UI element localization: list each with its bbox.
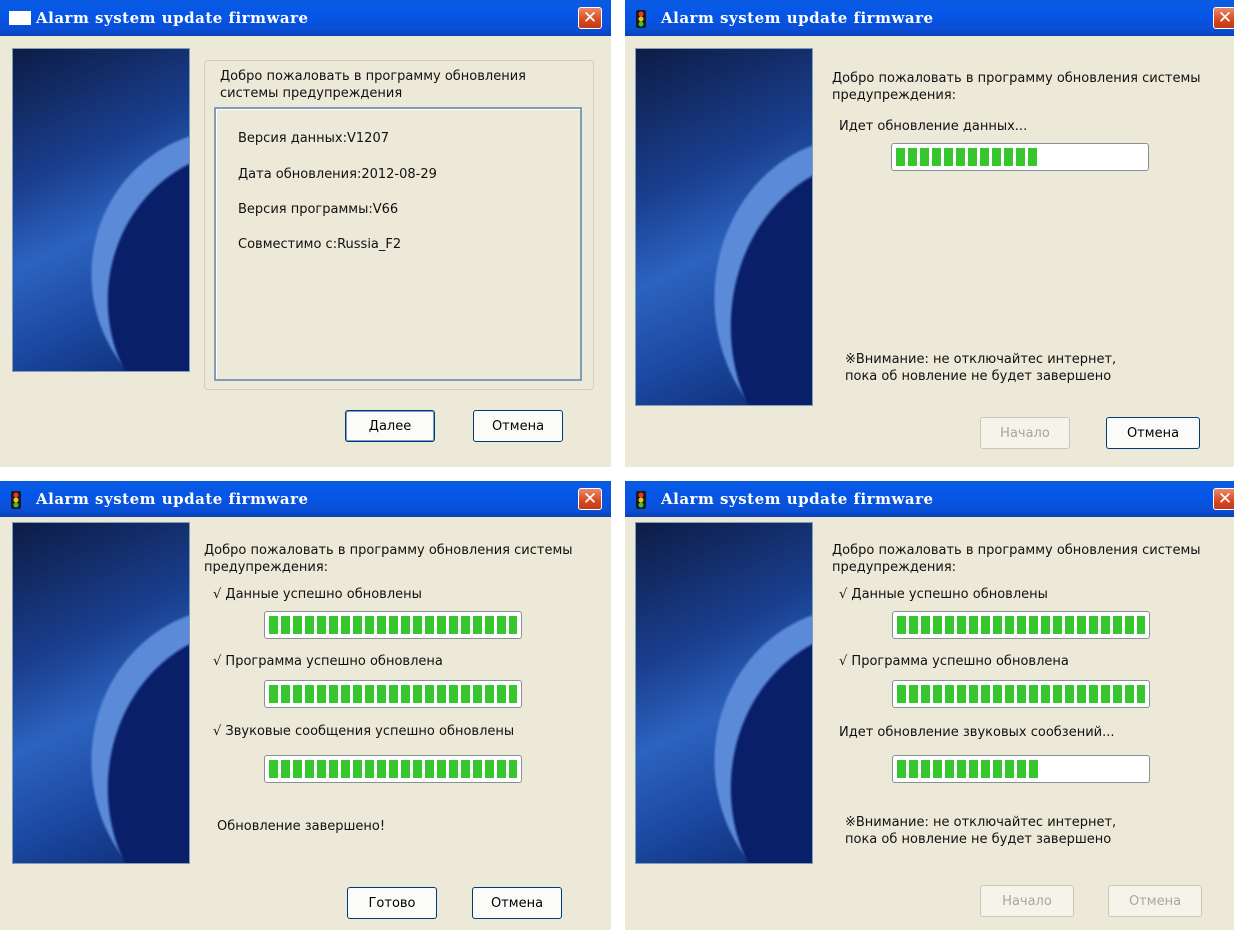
start-button[interactable]: Начало: [980, 417, 1070, 449]
banner-image: [12, 522, 190, 864]
window-icon: [9, 10, 31, 30]
close-button[interactable]: ✕: [1213, 7, 1234, 29]
program-version: Версия программы:V66: [238, 202, 399, 217]
banner-image: [635, 48, 813, 406]
window-title: Alarm system update firmware: [36, 9, 309, 27]
close-button[interactable]: ✕: [578, 7, 602, 29]
progress-fill: [896, 148, 1040, 166]
warning-text: ※Внимание: не отключайтес интернет, пока…: [845, 352, 1117, 384]
traffic-light-icon: [9, 491, 23, 513]
title-bar[interactable]: Alarm system update firmware ✕: [625, 0, 1234, 36]
update-date: Дата обновления:2012-08-29: [238, 167, 437, 182]
welcome-text: Добро пожаловать в программу обновления …: [832, 71, 1201, 103]
welcome-text: Добро пожаловать в программу обновления …: [220, 69, 527, 101]
sounds-progress-bar: [892, 755, 1150, 783]
next-button[interactable]: Далее: [345, 410, 435, 442]
close-button[interactable]: ✕: [1213, 488, 1234, 510]
close-icon: ✕: [582, 8, 598, 28]
welcome-text: Добро пожаловать в программу обновления …: [204, 543, 573, 575]
update-window-welcome: Alarm system update firmware ✕ Добро пож…: [0, 0, 611, 467]
traffic-light-icon: [634, 10, 648, 32]
data-progress-bar: [892, 611, 1150, 639]
banner-image: [635, 522, 813, 864]
close-button[interactable]: ✕: [578, 488, 602, 510]
progress-fill: [897, 760, 1041, 778]
update-window-data-progress: Alarm system update firmware ✕ Добро пож…: [625, 0, 1234, 467]
close-icon: ✕: [582, 489, 598, 509]
step-program-done: √ Программа успешно обновлена: [839, 654, 1069, 669]
banner-image: [12, 48, 190, 372]
start-button[interactable]: Начало: [980, 885, 1074, 917]
complete-text: Обновление завершено!: [217, 819, 386, 834]
progress-fill: [269, 616, 517, 634]
status-text: Идет обновление данных...: [839, 119, 1028, 134]
window-title: Alarm system update firmware: [661, 490, 934, 508]
update-window-sound-progress: Alarm system update firmware ✕ Добро пож…: [625, 481, 1234, 930]
step-sounds-done: √ Звуковые сообщения успешно обновлены: [213, 724, 515, 739]
title-bar[interactable]: Alarm system update firmware ✕: [625, 481, 1234, 517]
progress-fill: [897, 685, 1145, 703]
warning-text: ※Внимание: не отключайтес интернет, пока…: [845, 815, 1117, 847]
update-window-complete: Alarm system update firmware ✕ Добро пож…: [0, 481, 611, 930]
data-progress-bar: [264, 611, 522, 639]
cancel-button[interactable]: Отмена: [473, 410, 563, 442]
window-title: Alarm system update firmware: [661, 9, 934, 27]
finish-button[interactable]: Готово: [347, 887, 437, 919]
cancel-button[interactable]: Отмена: [1108, 885, 1202, 917]
step-data-done: √ Данные успешно обновлены: [839, 587, 1048, 602]
cancel-button[interactable]: Отмена: [472, 887, 562, 919]
window-title: Alarm system update firmware: [36, 490, 309, 508]
close-icon: ✕: [1217, 8, 1233, 28]
data-version: Версия данных:V1207: [238, 131, 389, 146]
program-progress-bar: [892, 680, 1150, 708]
step-data-done: √ Данные успешно обновлены: [213, 587, 422, 602]
cancel-button[interactable]: Отмена: [1106, 417, 1200, 449]
welcome-text: Добро пожаловать в программу обновления …: [832, 543, 1201, 575]
sounds-progress-bar: [264, 755, 522, 783]
traffic-light-icon: [634, 491, 648, 513]
progress-fill: [269, 760, 517, 778]
close-icon: ✕: [1217, 489, 1233, 509]
step-program-done: √ Программа успешно обновлена: [213, 654, 443, 669]
status-text: Идет обновление звуковых сообзений...: [839, 725, 1115, 740]
compatibility: Совместимо c:Russia_F2: [238, 237, 402, 252]
title-bar[interactable]: Alarm system update firmware ✕: [0, 0, 611, 36]
title-bar[interactable]: Alarm system update firmware ✕: [0, 481, 611, 517]
progress-fill: [897, 616, 1145, 634]
progress-fill: [269, 685, 517, 703]
data-progress-bar: [891, 143, 1149, 171]
program-progress-bar: [264, 680, 522, 708]
